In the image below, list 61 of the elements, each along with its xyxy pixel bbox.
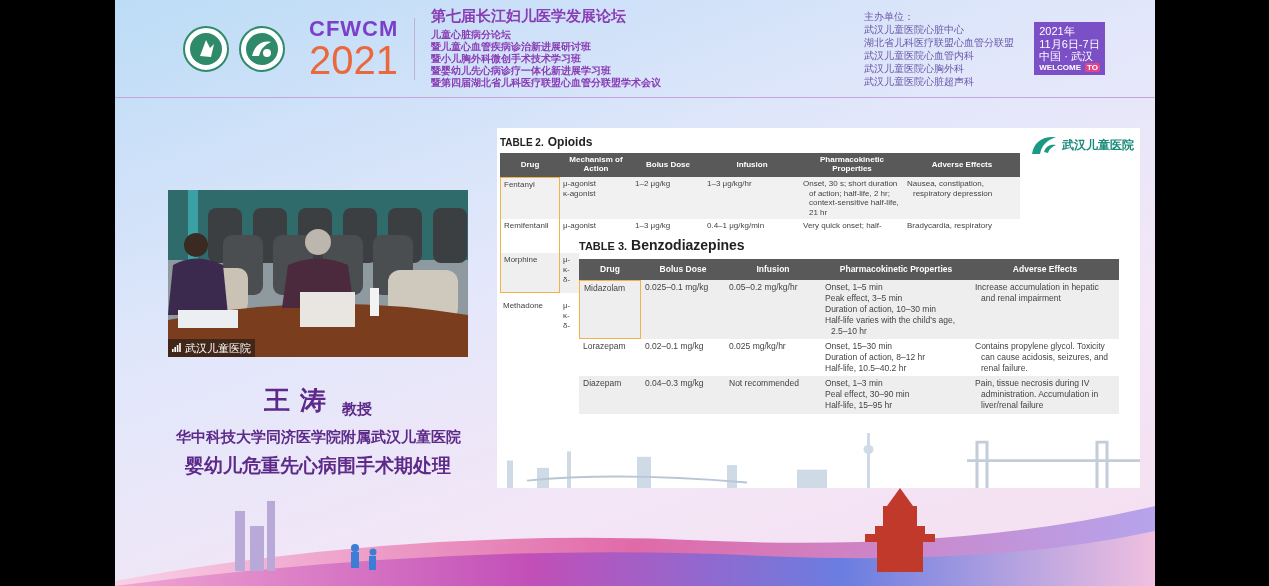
table-cell: Morphine [500, 253, 560, 294]
organizer-name: 湖北省儿科医疗联盟心血管分联盟 [864, 35, 1015, 49]
forum-title: 第七届长江妇儿医学发展论坛 [431, 8, 628, 25]
column-header: Bolus Dose [632, 153, 704, 177]
to-badge: TO [1085, 62, 1100, 73]
brand-logo: CFWCM [309, 17, 399, 40]
table-cell: Not recommended [725, 376, 821, 414]
table-cell: Onset, 1–5 min Peak effect, 3–5 min Duration of action, 10–30 min Half-life varies with the child's age, 2.5–10 hr [821, 280, 971, 340]
column-header: Mechanism of Action [560, 153, 632, 177]
column-header: Pharmacokinetic Properties [800, 153, 904, 177]
organizer-name: 武汉儿童医院心脏超声科 [864, 74, 976, 88]
year-text: 2021 [309, 39, 399, 80]
caption-text: 武汉儿童医院 [185, 340, 251, 356]
date-place: 中国 · 武汉 [1039, 50, 1095, 63]
table-cell: Onset, 30 s; short duration of action; half-life, 2 hr; context-sensitive half-life, 21 hr [800, 177, 904, 220]
speaker-affiliation: 华中科技大学同济医学院附属武汉儿童医院 [175, 427, 461, 447]
date-range: 11月6日-7日 [1039, 37, 1100, 51]
table-cell: 1–3 μg/kg/hr [704, 177, 800, 220]
table-cell: Pain, tissue necrosis during IV administration. Accumulation in liver/renal failure [971, 376, 1119, 414]
forum-subtitle: 儿童心脏病分论坛 [431, 28, 513, 41]
welcome-text: WELCOME [1039, 62, 1082, 73]
table-title: Opioids [547, 134, 593, 151]
table-cell: Remifentanil [500, 219, 560, 254]
emblem-icon [239, 25, 285, 72]
speaker-title: 教授 [341, 398, 372, 419]
table-cell: Midazolam [579, 280, 641, 340]
signal-icon [172, 343, 181, 353]
forum-subtitle: 暨小儿胸外科微创手术技术学习班 [431, 52, 583, 65]
forum-subtitle: 暨儿童心血管疾病诊治新进展研讨班 [431, 40, 593, 53]
table-label: TABLE 2. [500, 136, 544, 150]
table-cell: 0.05–0.2 mg/kg/hr [725, 280, 821, 340]
table-cell: 1–2 μg/kg [632, 177, 704, 220]
table-cell: Diazepam [579, 376, 641, 414]
hospital-name: 武汉儿童医院 [1062, 137, 1134, 154]
table-label: TABLE 3. [579, 239, 628, 254]
organizer-name: 武汉儿童医院心胸外科 [864, 61, 966, 75]
table-cell: Increase accumulation in hepatic and renal impairment [971, 280, 1119, 340]
emblem-icon [183, 25, 229, 72]
column-header: Infusion [704, 153, 800, 177]
table-cell: μ-agonist κ-agonist [560, 177, 632, 220]
column-header: Bolus Dose [641, 259, 725, 280]
forum-subtitle: 暨婴幼儿先心病诊疗一体化新进展学习班 [431, 64, 613, 77]
organizer-label: 主办单位： [864, 9, 916, 23]
column-header: Infusion [725, 259, 821, 280]
column-header: Drug [500, 153, 560, 177]
speaker-name: 王 涛 [264, 384, 326, 417]
forum-subtitle: 暨第四届湖北省儿科医疗联盟心血管分联盟学术会议 [431, 76, 662, 89]
table-cell: Nausea, constipation, respiratory depression [904, 177, 1020, 220]
organizer-name: 武汉儿童医院心脏中心 [864, 22, 966, 36]
column-header: Adverse Effects [971, 259, 1119, 280]
table-cell: 0.025–0.1 mg/kg [641, 280, 725, 340]
table-cell: Fentanyl [500, 177, 560, 220]
hospital-logo-icon [1030, 134, 1058, 156]
table-cell: 0.04–0.3 mg/kg [641, 376, 725, 414]
table-cell: Onset, 1–3 min Peal effect, 30–90 min Half-life, 15–95 hr [821, 376, 971, 414]
date-year: 2021年 [1039, 24, 1076, 38]
column-header: Adverse Effects [904, 153, 1020, 177]
column-header: Drug [579, 259, 641, 280]
column-header: Pharmacokinetic Properties [821, 259, 971, 280]
organizer-name: 武汉儿童医院心血管内科 [864, 48, 976, 62]
talk-topic: 婴幼儿危重先心病围手术期处理 [185, 453, 451, 478]
